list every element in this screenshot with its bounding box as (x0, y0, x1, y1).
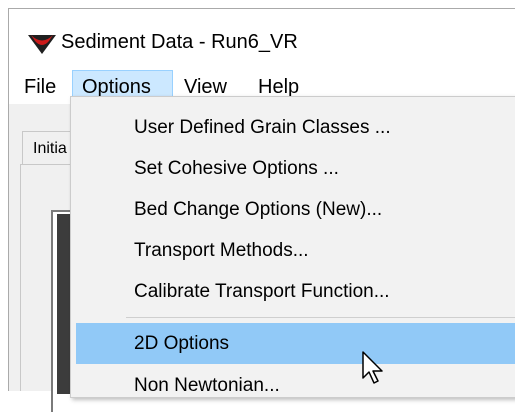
menu-item-bed-change-options[interactable]: Bed Change Options (New)... (76, 189, 515, 230)
mouse-pointer-icon (362, 351, 383, 384)
menu-separator (126, 317, 515, 318)
title-bar[interactable]: Sediment Data - Run6_VR (9, 9, 515, 69)
panel-control-strip (57, 214, 71, 394)
options-dropdown-menu: User Defined Grain Classes ... Set Cohes… (70, 96, 515, 398)
menu-item-user-defined-grain-classes[interactable]: User Defined Grain Classes ... (76, 107, 515, 148)
menu-item-2d-options[interactable]: 2D Options (76, 323, 515, 364)
sediment-app-icon (28, 35, 56, 54)
menu-item-calibrate-transport-function[interactable]: Calibrate Transport Function... (76, 271, 515, 312)
menu-file[interactable]: File (15, 70, 65, 104)
menu-item-non-newtonian[interactable]: Non Newtonian... (76, 365, 515, 406)
menu-item-transport-methods[interactable]: Transport Methods... (76, 230, 515, 271)
window-title: Sediment Data - Run6_VR (61, 31, 298, 53)
menu-item-set-cohesive-options[interactable]: Set Cohesive Options ... (76, 148, 515, 189)
